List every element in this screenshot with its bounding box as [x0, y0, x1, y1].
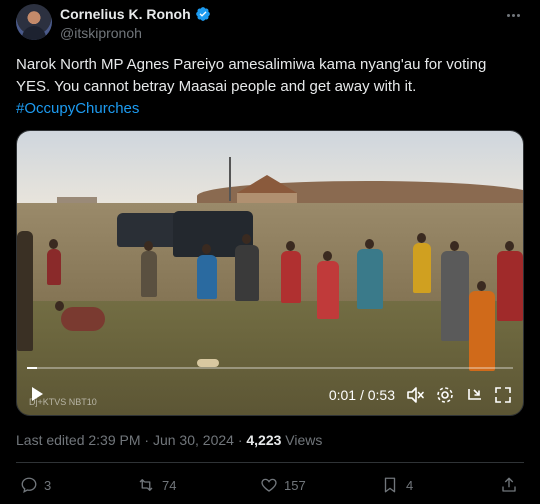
picture-in-picture-icon[interactable] — [465, 385, 485, 405]
author-handle[interactable]: @itskipronoh — [60, 25, 142, 41]
video-progress-fill — [27, 367, 37, 369]
video-controls: 0:01 / 0:53 — [17, 375, 523, 415]
video-current-time: 0:01 — [328, 387, 357, 403]
tweet-header: Cornelius K. Ronoh @itskipronoh — [16, 4, 524, 44]
more-options-icon[interactable] — [502, 6, 524, 24]
action-bar: 3 74 157 4 — [16, 474, 524, 498]
mute-icon[interactable] — [405, 385, 425, 405]
retweet-count: 74 — [162, 477, 177, 493]
video-time-separator: / — [356, 387, 368, 403]
avatar[interactable] — [16, 4, 52, 40]
divider — [16, 462, 524, 463]
share-icon[interactable] — [500, 476, 518, 494]
reply-count: 3 — [44, 477, 52, 493]
views-count: 4,223 — [246, 432, 282, 448]
play-icon[interactable] — [29, 386, 45, 402]
like-count: 157 — [284, 477, 306, 493]
bookmark-button[interactable]: 4 — [382, 476, 413, 494]
tweet-text-line-1: Narok North MP Agnes Pareiyo amesalimiwa… — [16, 56, 487, 73]
verified-badge-icon — [195, 7, 210, 21]
author-name-row: Cornelius K. Ronoh — [60, 6, 211, 22]
tweet-text-line-2: YES. You cannot betray Maasai people and… — [16, 78, 417, 95]
like-button[interactable]: 157 — [260, 476, 306, 494]
heart-icon — [261, 478, 277, 492]
reply-button[interactable]: 3 — [20, 476, 51, 494]
tweet-meta: Last edited 2:39 PM · Jun 30, 2024 · 4,2… — [16, 432, 322, 448]
views-label: Views — [281, 432, 323, 448]
bookmark-icon — [384, 477, 396, 493]
settings-gear-icon[interactable] — [435, 385, 455, 405]
tweet-text: Narok North MP Agnes Pareiyo amesalimiwa… — [16, 54, 524, 120]
retweet-button[interactable]: 74 — [136, 476, 176, 494]
video-duration: 0:53 — [367, 387, 395, 403]
video-frame — [17, 131, 523, 415]
edited-timestamp[interactable]: Last edited 2:39 PM · Jun 30, 2024 · — [16, 432, 246, 448]
fullscreen-icon[interactable] — [493, 385, 513, 405]
video-player[interactable]: Dj+KTVS NBT10 0:01 / 0:53 — [16, 130, 524, 416]
bookmark-count: 4 — [406, 477, 414, 493]
hashtag-link[interactable]: #OccupyChurches — [16, 98, 524, 120]
video-time-display: 0:01 / 0:53 — [329, 387, 395, 403]
reply-icon — [21, 477, 37, 494]
retweet-icon — [139, 479, 153, 491]
video-progress-bar[interactable] — [27, 367, 513, 369]
author-display-name[interactable]: Cornelius K. Ronoh — [60, 6, 191, 22]
